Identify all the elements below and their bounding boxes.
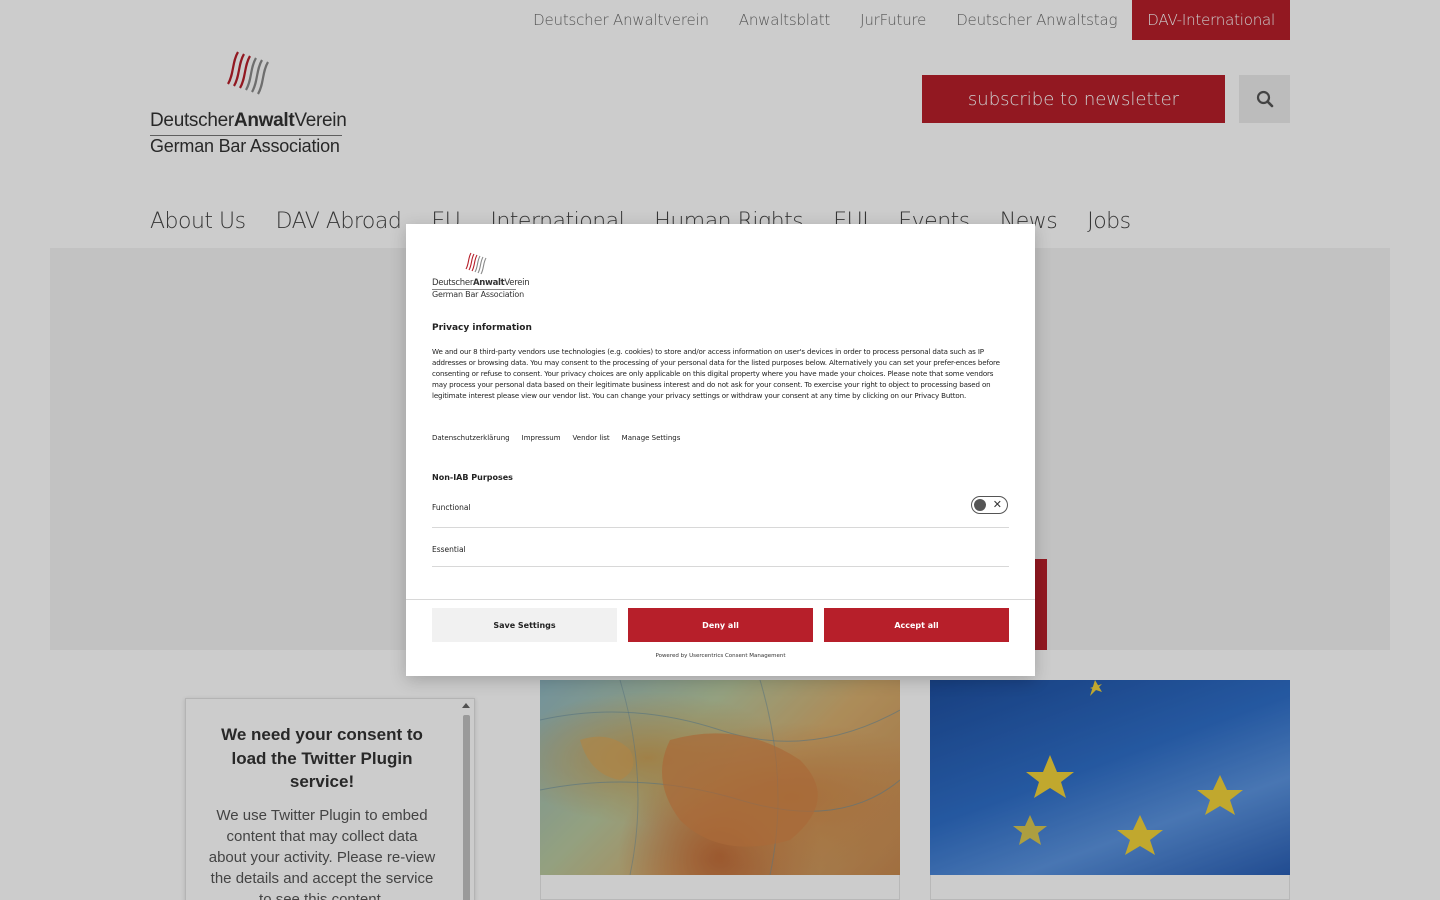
privacy-consent-dialog: DeutscherAnwaltVerein German Bar Associa…: [406, 224, 1035, 676]
save-settings-button[interactable]: Save Settings: [432, 608, 617, 642]
link-vendor-list[interactable]: Vendor list: [573, 434, 610, 442]
purposes-section-title: Non-IAB Purposes: [432, 473, 513, 482]
toggle-knob: [974, 499, 986, 511]
link-manage-settings[interactable]: Manage Settings: [622, 434, 681, 442]
powered-by-text: Powered by Usercentrics Consent Manageme…: [655, 653, 786, 659]
deny-all-button[interactable]: Deny all: [628, 608, 813, 642]
dialog-description: We and our 8 third-party vendors use tec…: [432, 347, 1000, 400]
accept-all-button[interactable]: Accept all: [824, 608, 1009, 642]
dialog-links: Datenschutzerklärung Impressum Vendor li…: [432, 434, 680, 442]
dialog-logo-subtitle: German Bar Association: [432, 290, 524, 299]
dialog-footer-divider: [406, 599, 1035, 600]
functional-toggle[interactable]: ✕: [971, 496, 1008, 514]
dialog-logo: DeutscherAnwaltVerein German Bar Associa…: [432, 250, 530, 300]
purpose-label-essential: Essential: [432, 545, 466, 554]
purpose-label-functional: Functional: [432, 503, 471, 512]
link-impressum[interactable]: Impressum: [522, 434, 561, 442]
dialog-logo-mark-icon: [465, 252, 487, 275]
purpose-row-functional: Functional ✕: [432, 492, 1009, 528]
dialog-title: Privacy information: [432, 323, 532, 333]
purpose-row-essential: Essential: [432, 534, 1009, 567]
link-datenschutzerklarung[interactable]: Datenschutzerklärung: [432, 434, 510, 442]
dialog-logo-wordmark: DeutscherAnwaltVerein: [432, 278, 530, 288]
close-icon: ✕: [992, 498, 1002, 511]
